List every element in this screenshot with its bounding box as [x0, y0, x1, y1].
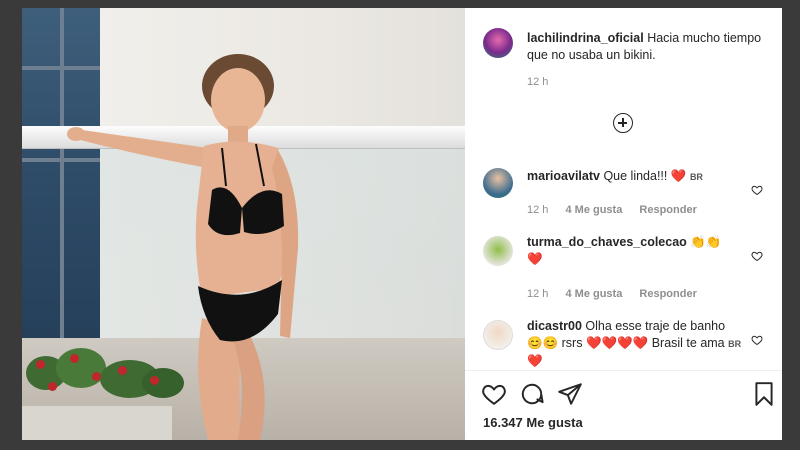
heart-icon[interactable] — [751, 250, 763, 262]
person — [67, 54, 299, 440]
heart-icon[interactable] — [751, 184, 763, 196]
comment-text: Olha esse traje de banho — [585, 319, 726, 333]
heart-emoji: ❤️ — [670, 169, 687, 183]
heart-emoji: ❤️ — [527, 354, 543, 368]
avatar[interactable] — [483, 320, 513, 350]
flag-label: BR — [689, 172, 703, 182]
heart-icon[interactable] — [481, 381, 507, 407]
flag-label: BR — [728, 339, 742, 349]
comment-username[interactable]: dicastr00 — [527, 319, 582, 333]
comment-text-2: rsrs — [561, 336, 583, 350]
paper-plane-icon[interactable] — [557, 381, 583, 407]
action-bar: 16.347 Me gusta — [465, 370, 782, 440]
post-photo — [22, 8, 465, 440]
likes-count[interactable]: 16.347 Me gusta — [483, 415, 583, 430]
comment-username[interactable]: marioavilatv — [527, 169, 600, 183]
post-time: 12 h — [527, 76, 549, 88]
comment-text: Que linda!!! — [603, 169, 668, 183]
avatar[interactable] — [483, 168, 513, 198]
plus-circle-icon[interactable] — [613, 113, 633, 133]
comment-text-3: Brasil te ama — [651, 336, 725, 350]
bookmark-icon[interactable] — [751, 381, 777, 407]
comment-meta: 12 h 4 Me gusta Responder — [527, 288, 697, 300]
heart-emoji: ❤️ — [527, 252, 543, 266]
comments-panel: lachilindrina_oficial Hacia mucho tiempo… — [465, 8, 782, 440]
heart-emoji: ❤️❤️❤️❤️ — [585, 336, 649, 350]
instagram-post: lachilindrina_oficial Hacia mucho tiempo… — [22, 8, 782, 440]
post-username[interactable]: lachilindrina_oficial — [527, 31, 644, 45]
avatar[interactable] — [483, 28, 513, 58]
smile-emoji: 😊😊 — [527, 336, 559, 350]
heart-icon[interactable] — [751, 334, 763, 346]
comment-meta: 12 h 4 Me gusta Responder — [527, 204, 697, 216]
comment-icon[interactable] — [519, 381, 545, 407]
avatar[interactable] — [483, 236, 513, 266]
clap-emoji: 👏👏 — [690, 235, 722, 249]
comment-username[interactable]: turma_do_chaves_colecao — [527, 235, 687, 249]
caption: lachilindrina_oficial Hacia mucho tiempo… — [527, 30, 772, 64]
